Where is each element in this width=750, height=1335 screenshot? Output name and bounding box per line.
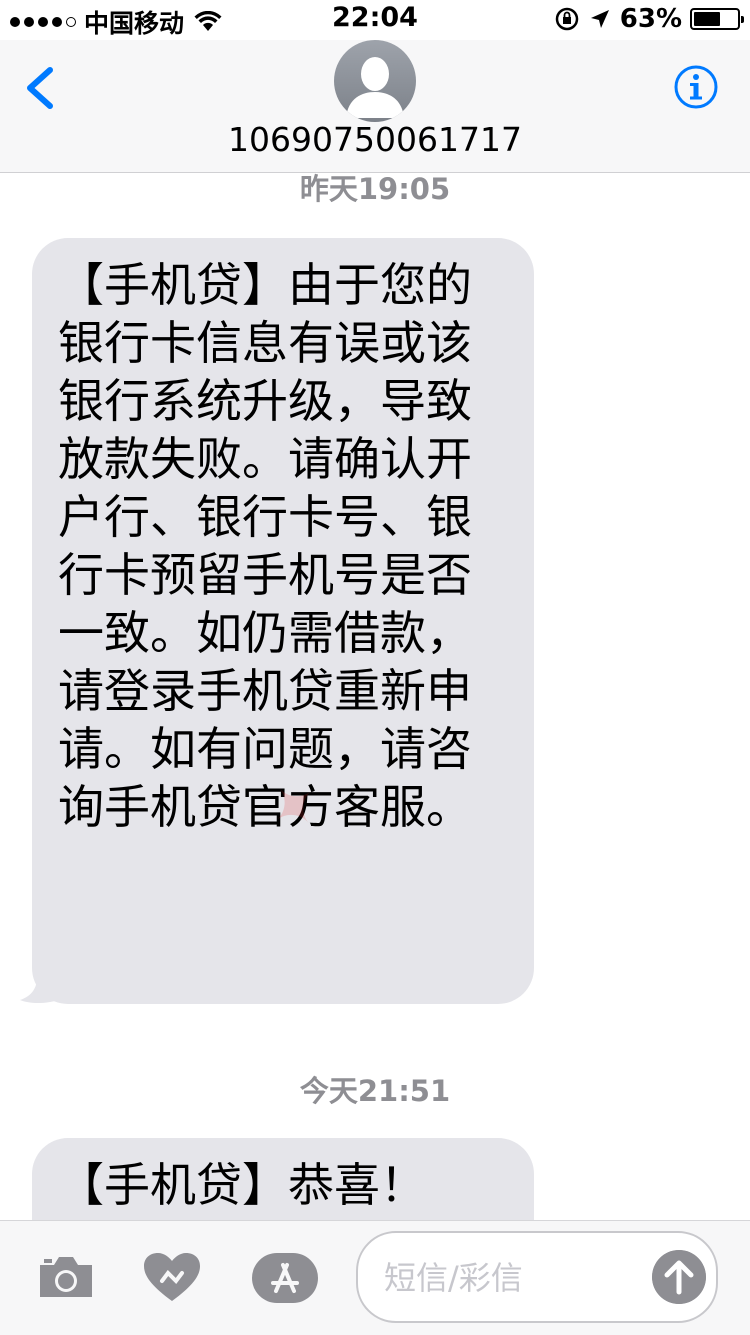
camera-icon[interactable] xyxy=(36,1253,96,1301)
contact-avatar[interactable] xyxy=(334,40,416,122)
battery-icon xyxy=(690,8,744,30)
message-field[interactable] xyxy=(356,1231,718,1323)
back-chevron-icon[interactable] xyxy=(22,66,56,110)
battery-percentage: 63% xyxy=(619,4,682,34)
message-text: 【手机贷】由于您的银行卡信息有误或该银行系统升级，导致放款失败。请确认开户行、银… xyxy=(58,258,472,834)
compose-bar xyxy=(0,1220,750,1335)
conversation-header: 10690750061717 xyxy=(0,40,750,173)
message-text: 【手机贷】恭喜！ xyxy=(58,1158,426,1212)
digital-touch-icon[interactable] xyxy=(142,1251,202,1305)
orientation-lock-icon xyxy=(555,7,579,31)
status-right: 63% xyxy=(554,4,744,34)
app-store-icon[interactable] xyxy=(250,1251,320,1305)
info-icon[interactable] xyxy=(673,64,719,110)
contact-number[interactable]: 10690750061717 xyxy=(0,120,750,159)
message-timestamp: 今天21:51 xyxy=(299,1074,451,1108)
person-silhouette-icon xyxy=(346,57,404,118)
message-timestamp: 昨天19:05 xyxy=(299,172,451,206)
send-arrow-icon[interactable] xyxy=(652,1250,706,1304)
status-bar: 中国移动 22:04 63% xyxy=(0,0,750,40)
received-message-bubble[interactable]: 【手机贷】由于您的银行卡信息有误或该银行系统升级，导致放款失败。请确认开户行、银… xyxy=(32,238,534,1004)
message-thread[interactable]: 昨天19:05 【手机贷】由于您的银行卡信息有误或该银行系统升级，导致放款失败。… xyxy=(0,172,750,1220)
received-message-bubble[interactable]: 【手机贷】恭喜！ xyxy=(32,1138,534,1220)
message-input[interactable] xyxy=(382,1253,636,1303)
location-arrow-icon xyxy=(590,10,609,28)
